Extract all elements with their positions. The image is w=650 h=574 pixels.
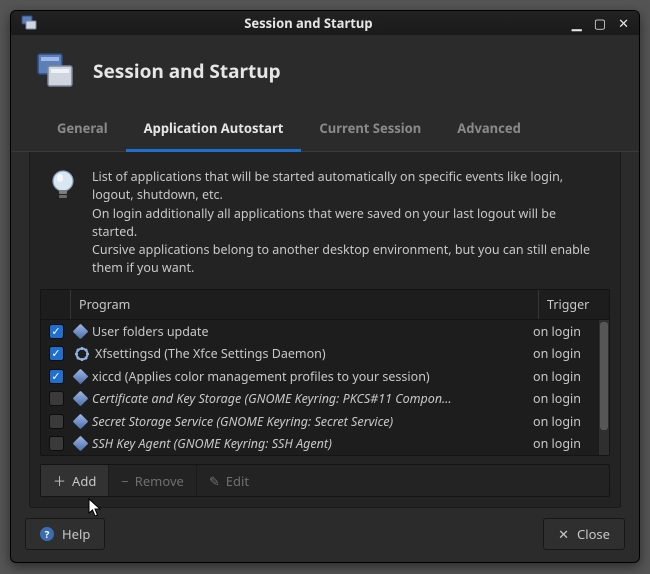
footer: ? Help ✕ Close	[11, 508, 639, 562]
window: Session and Startup ▁ ▢ ✕ Session and St…	[10, 10, 640, 563]
pencil-icon: ✎	[209, 472, 220, 490]
checkbox[interactable]	[49, 346, 64, 361]
program-name: Xfsettingsd (The Xfce Settings Daemon)	[95, 345, 326, 362]
toolbar: ＋ Add − Remove ✎ Edit	[40, 464, 610, 497]
tab-autostart[interactable]: Application Autostart	[126, 109, 302, 152]
page-title: Session and Startup	[93, 58, 281, 84]
program-name: SSH Key Agent (GNOME Keyring: SSH Agent)	[92, 435, 332, 452]
table-row[interactable]: Certificate and Key Storage (GNOME Keyri…	[41, 388, 599, 411]
header-icon	[35, 51, 75, 91]
window-title: Session and Startup	[45, 14, 572, 32]
close-window-button[interactable]: ✕	[618, 17, 629, 30]
trigger-value: on login	[529, 323, 599, 340]
app-item-icon	[73, 436, 89, 452]
info-line: Cursive applications belong to another d…	[92, 241, 604, 277]
title-bar[interactable]: Session and Startup ▁ ▢ ✕	[11, 11, 639, 35]
col-program[interactable]: Program	[71, 290, 539, 319]
remove-button[interactable]: − Remove	[109, 465, 197, 496]
table-row[interactable]: SSH Key Agent (GNOME Keyring: SSH Agent)…	[41, 433, 599, 456]
add-button[interactable]: ＋ Add	[41, 465, 109, 496]
app-icon	[21, 15, 37, 31]
trigger-value: on login	[529, 390, 599, 407]
info-text: List of applications that will be starte…	[92, 168, 604, 277]
checkbox[interactable]	[49, 436, 64, 451]
edit-button[interactable]: ✎ Edit	[197, 465, 261, 496]
checkbox[interactable]	[49, 414, 64, 429]
app-list: Program Trigger User folders update on lo…	[40, 289, 610, 456]
plus-icon: ＋	[53, 471, 66, 490]
add-label: Add	[72, 472, 96, 490]
trigger-value: on login	[529, 413, 599, 430]
trigger-value: on login	[529, 368, 599, 385]
list-rows: User folders updateon loginXfsettingsd (…	[41, 320, 599, 455]
tab-general[interactable]: General	[39, 109, 126, 151]
checkbox[interactable]	[49, 324, 64, 339]
app-item-icon	[73, 323, 89, 339]
minimize-button[interactable]: ▁	[572, 17, 582, 30]
col-trigger[interactable]: Trigger	[539, 290, 609, 319]
program-name: Secret Storage Service (GNOME Keyring: S…	[92, 413, 393, 430]
table-row[interactable]: User folders update on login	[41, 320, 599, 343]
table-row[interactable]: Xfsettingsd (The Xfce Settings Daemon) on…	[41, 343, 599, 366]
scrollbar[interactable]	[599, 320, 609, 455]
tab-bar: General Application Autostart Current Se…	[11, 109, 639, 152]
col-checkbox[interactable]	[41, 290, 71, 319]
minus-icon: −	[121, 472, 128, 490]
app-item-icon	[73, 368, 89, 384]
list-header: Program Trigger	[41, 290, 609, 320]
close-icon: ✕	[558, 525, 569, 543]
header: Session and Startup	[11, 35, 639, 109]
info-line: List of applications that will be starte…	[92, 168, 604, 204]
trigger-value: on login	[529, 345, 599, 362]
app-item-icon	[73, 413, 89, 429]
close-button[interactable]: ✕ Close	[543, 518, 625, 550]
tab-advanced[interactable]: Advanced	[439, 109, 539, 151]
gear-icon	[75, 347, 89, 361]
help-button[interactable]: ? Help	[25, 518, 105, 550]
lightbulb-icon	[46, 168, 80, 202]
help-icon: ?	[40, 527, 54, 541]
maximize-button[interactable]: ▢	[594, 17, 606, 30]
help-label: Help	[62, 525, 90, 543]
close-label: Close	[577, 525, 610, 543]
trigger-value: on login	[529, 435, 599, 452]
program-name: xiccd (Applies color management profiles…	[92, 368, 430, 385]
edit-label: Edit	[226, 472, 249, 490]
scroll-thumb[interactable]	[600, 322, 608, 430]
window-controls: ▁ ▢ ✕	[572, 17, 629, 30]
checkbox[interactable]	[49, 391, 64, 406]
info-line: On login additionally all applications t…	[92, 205, 604, 241]
checkbox[interactable]	[49, 369, 64, 384]
info-row: List of applications that will be starte…	[40, 168, 610, 289]
tab-panel-autostart: List of applications that will be starte…	[29, 152, 621, 508]
program-name: Certificate and Key Storage (GNOME Keyri…	[92, 390, 452, 407]
tab-session[interactable]: Current Session	[301, 109, 439, 151]
remove-label: Remove	[135, 472, 184, 490]
app-item-icon	[73, 391, 89, 407]
table-row[interactable]: xiccd (Applies color management profiles…	[41, 365, 599, 388]
program-name: User folders update	[92, 323, 209, 340]
table-row[interactable]: Secret Storage Service (GNOME Keyring: S…	[41, 410, 599, 433]
